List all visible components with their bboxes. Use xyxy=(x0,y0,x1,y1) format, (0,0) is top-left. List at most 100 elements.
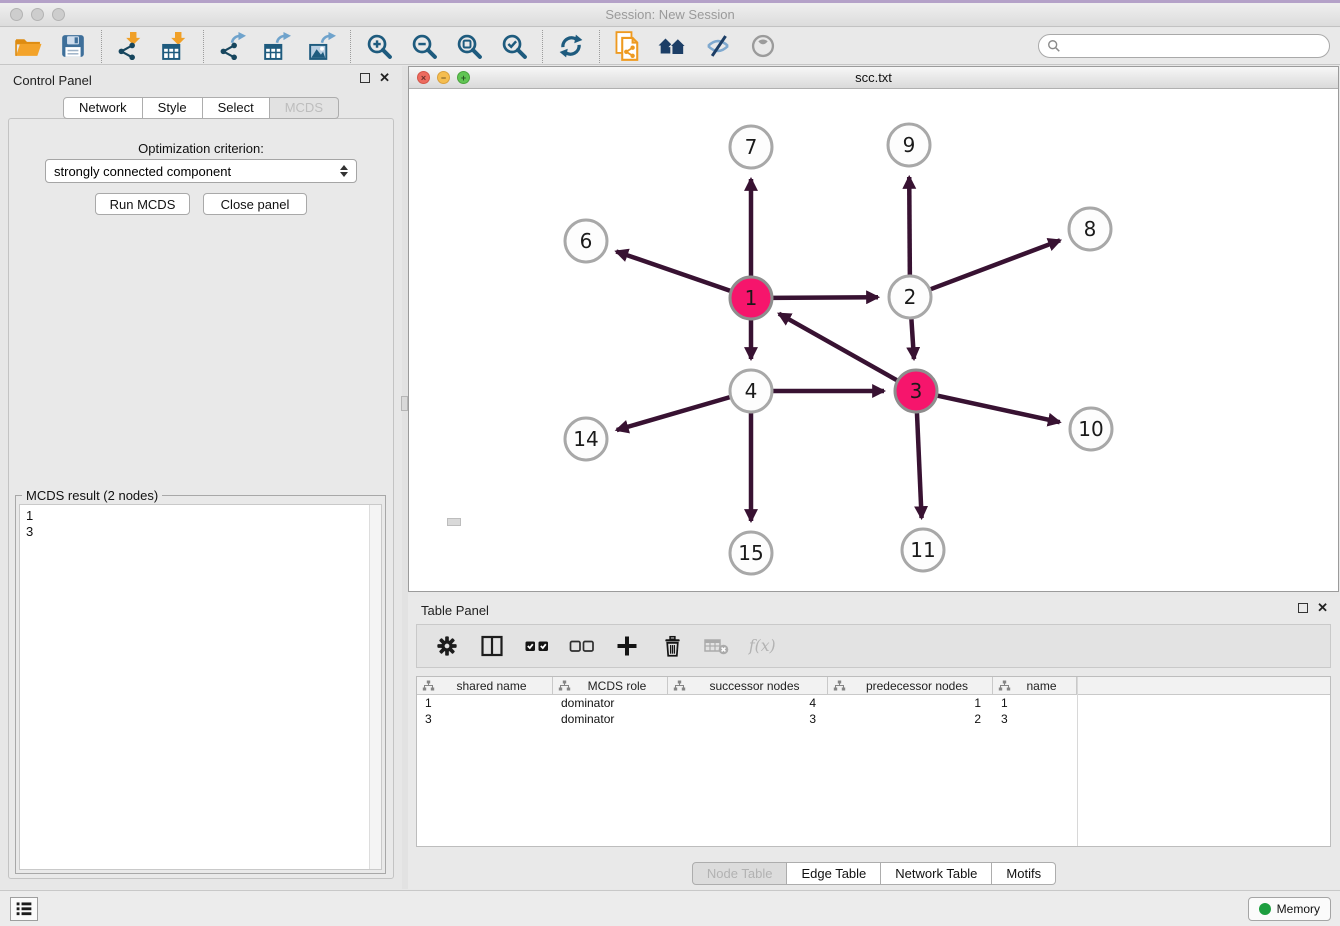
result-scrollbar[interactable] xyxy=(369,505,381,869)
network-canvas[interactable]: 7 9 6 8 1 2 4 3 14 10 15 11 xyxy=(409,89,1338,591)
select-all-icon[interactable] xyxy=(523,632,551,660)
graph-node-7[interactable]: 7 xyxy=(730,126,772,168)
graph-node-2[interactable]: 2 xyxy=(889,276,931,318)
control-panel-tabs: NetworkStyleSelectMCDS xyxy=(0,97,402,119)
table-cell[interactable]: 3 xyxy=(993,711,1077,727)
network-graph[interactable]: 7 9 6 8 1 2 4 3 14 10 15 11 xyxy=(409,89,1338,591)
tab-node-table[interactable]: Node Table xyxy=(692,862,788,885)
graph-edge-4-14[interactable] xyxy=(617,397,731,430)
home-icon[interactable] xyxy=(658,31,688,61)
graph-edge-2-8[interactable] xyxy=(930,240,1060,289)
export-network-icon[interactable] xyxy=(217,31,247,61)
zoom-in-icon[interactable] xyxy=(364,31,394,61)
run-mcds-button[interactable]: Run MCDS xyxy=(95,193,190,215)
tab-edge-table[interactable]: Edge Table xyxy=(787,862,881,885)
search-icon xyxy=(1047,39,1061,53)
column-header-MCDS-role[interactable]: MCDS role xyxy=(553,677,668,694)
column-header-predecessor-nodes[interactable]: predecessor nodes xyxy=(828,677,993,694)
graph-edge-3-11[interactable] xyxy=(917,412,922,518)
deselect-all-icon[interactable] xyxy=(568,632,596,660)
table-cell[interactable]: 1 xyxy=(993,695,1077,711)
tab-motifs[interactable]: Motifs xyxy=(992,862,1056,885)
column-divider xyxy=(1077,677,1078,846)
refresh-layout-icon[interactable] xyxy=(556,31,586,61)
svg-text:15: 15 xyxy=(738,541,763,565)
graph-node-3[interactable]: 3 xyxy=(895,370,937,412)
delete-table-icon[interactable] xyxy=(703,632,731,660)
graph-edge-1-6[interactable] xyxy=(616,251,731,291)
tab-network-table[interactable]: Network Table xyxy=(881,862,992,885)
float-panel-icon[interactable] xyxy=(360,73,370,83)
search-input[interactable] xyxy=(1066,39,1321,53)
graph-edge-3-1[interactable] xyxy=(779,314,898,381)
panel-splitter-handle[interactable] xyxy=(401,396,408,411)
show-details-icon[interactable] xyxy=(748,31,778,61)
graph-node-11[interactable]: 11 xyxy=(902,529,944,571)
close-panel-button[interactable]: Close panel xyxy=(203,193,307,215)
function-builder-icon[interactable]: f(x) xyxy=(748,632,776,660)
zoom-fit-icon[interactable] xyxy=(454,31,484,61)
node-table: shared nameMCDS rolesuccessor nodesprede… xyxy=(416,676,1331,847)
status-bar: Memory xyxy=(0,890,1340,926)
network-from-file-icon[interactable] xyxy=(613,31,643,61)
import-table-icon[interactable] xyxy=(160,31,190,61)
toggle-panel-icon[interactable] xyxy=(478,632,506,660)
graph-edge-2-9[interactable] xyxy=(909,177,910,276)
zoom-selected-icon[interactable] xyxy=(499,31,529,61)
mcds-result-textarea[interactable]: 1 3 xyxy=(20,505,369,869)
task-history-button[interactable] xyxy=(10,897,38,921)
add-row-icon[interactable] xyxy=(613,632,641,660)
criterion-dropdown[interactable]: strongly connected component xyxy=(45,159,357,183)
table-cell[interactable]: dominator xyxy=(553,711,668,727)
network-view-window: × − + scc.txt 7 9 6 8 1 2 4 3 14 10 15 11 xyxy=(408,66,1339,592)
table-row[interactable]: 3dominator323 xyxy=(417,711,1330,727)
table-cell[interactable]: 3 xyxy=(417,711,553,727)
tab-style[interactable]: Style xyxy=(143,97,203,119)
delete-row-icon[interactable] xyxy=(658,632,686,660)
table-cell[interactable]: 4 xyxy=(668,695,828,711)
table-cell[interactable]: dominator xyxy=(553,695,668,711)
close-panel-icon[interactable]: ✕ xyxy=(379,73,390,83)
settings-icon[interactable] xyxy=(433,632,461,660)
table-header-row: shared nameMCDS rolesuccessor nodesprede… xyxy=(417,677,1330,695)
graph-node-10[interactable]: 10 xyxy=(1070,408,1112,450)
svg-text:8: 8 xyxy=(1084,217,1097,241)
search-field[interactable] xyxy=(1038,34,1330,58)
float-table-panel-icon[interactable] xyxy=(1298,603,1308,613)
column-header-shared-name[interactable]: shared name xyxy=(417,677,553,694)
tab-mcds[interactable]: MCDS xyxy=(270,97,339,119)
graph-node-4[interactable]: 4 xyxy=(730,370,772,412)
graph-node-1[interactable]: 1 xyxy=(730,277,772,319)
tab-select[interactable]: Select xyxy=(203,97,270,119)
open-session-icon[interactable] xyxy=(13,31,43,61)
view-splitter-handle[interactable] xyxy=(447,518,461,526)
network-window-titlebar: × − + scc.txt xyxy=(409,67,1338,89)
svg-text:9: 9 xyxy=(903,133,916,157)
graph-edge-2-3[interactable] xyxy=(911,318,914,359)
import-network-icon[interactable] xyxy=(115,31,145,61)
close-table-panel-icon[interactable]: ✕ xyxy=(1317,603,1328,613)
table-cell[interactable]: 1 xyxy=(828,695,993,711)
table-tabs: Node TableEdge TableNetwork TableMotifs xyxy=(408,862,1340,885)
graph-edge-1-2[interactable] xyxy=(772,297,878,298)
save-session-icon[interactable] xyxy=(58,31,88,61)
table-cell[interactable]: 2 xyxy=(828,711,993,727)
graph-node-14[interactable]: 14 xyxy=(565,418,607,460)
graph-node-8[interactable]: 8 xyxy=(1069,208,1111,250)
table-cell[interactable]: 1 xyxy=(417,695,553,711)
column-header-successor-nodes[interactable]: successor nodes xyxy=(668,677,828,694)
export-table-icon[interactable] xyxy=(262,31,292,61)
export-image-icon[interactable] xyxy=(307,31,337,61)
table-cell[interactable]: 3 xyxy=(668,711,828,727)
zoom-out-icon[interactable] xyxy=(409,31,439,61)
table-row[interactable]: 1dominator411 xyxy=(417,695,1330,711)
graph-node-6[interactable]: 6 xyxy=(565,220,607,262)
graph-node-15[interactable]: 15 xyxy=(730,532,772,574)
hide-details-icon[interactable] xyxy=(703,31,733,61)
memory-button[interactable]: Memory xyxy=(1248,897,1331,921)
tab-network[interactable]: Network xyxy=(63,97,143,119)
graph-edge-3-10[interactable] xyxy=(937,395,1060,422)
graph-node-9[interactable]: 9 xyxy=(888,124,930,166)
column-header-name[interactable]: name xyxy=(993,677,1077,694)
memory-label: Memory xyxy=(1277,902,1320,916)
